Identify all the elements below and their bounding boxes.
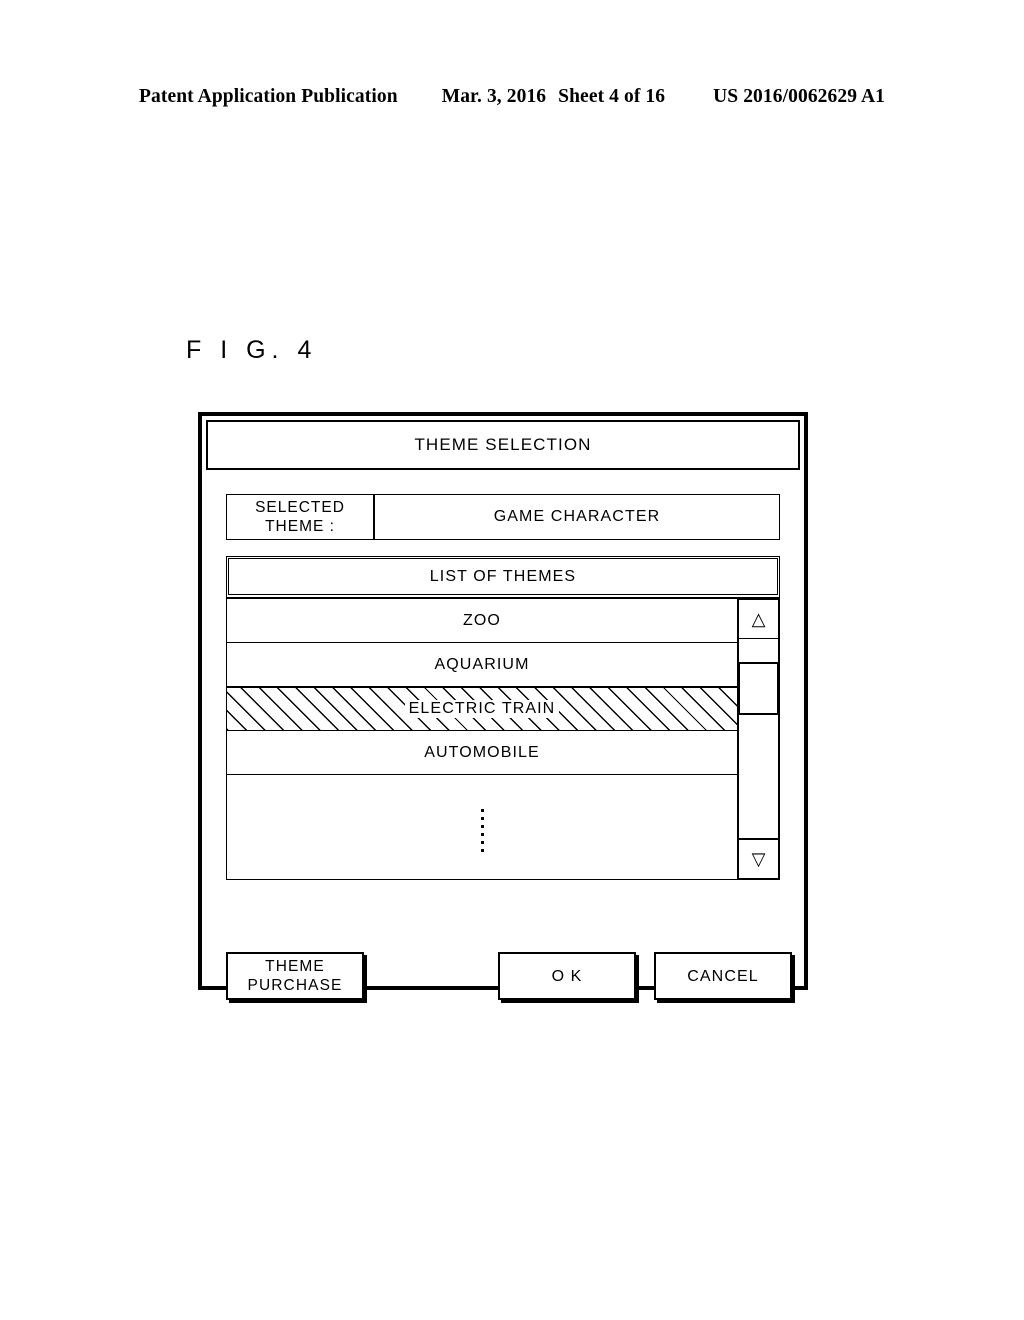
selected-theme-label: SELECTED THEME : bbox=[227, 495, 375, 539]
dialog-button-row: THEME PURCHASE O K CANCEL bbox=[226, 952, 792, 1004]
list-overflow-region bbox=[227, 775, 737, 879]
theme-selection-dialog: THEME SELECTION SELECTED THEME : GAME CH… bbox=[198, 412, 808, 1000]
scroll-up-glyph: △ bbox=[751, 608, 766, 629]
publication-label: Patent Application Publication bbox=[138, 86, 398, 107]
themes-list-panel: LIST OF THEMES ZOO AQUARIUM ELECTRIC TRA… bbox=[226, 556, 780, 880]
list-item-label: AUTOMOBILE bbox=[424, 743, 540, 761]
selected-theme-label-line2: THEME : bbox=[265, 518, 335, 535]
list-item[interactable]: ZOO bbox=[227, 599, 737, 643]
ok-button-label: O K bbox=[551, 967, 583, 985]
selected-theme-row: SELECTED THEME : GAME CHARACTER bbox=[226, 494, 780, 540]
themes-list-area[interactable]: ZOO AQUARIUM ELECTRIC TRAIN AUTOMOBILE bbox=[227, 599, 737, 879]
themes-list-header-text: LIST OF THEMES bbox=[429, 568, 577, 585]
scrollbar-track-upper[interactable] bbox=[738, 639, 779, 663]
list-item-label: AQUARIUM bbox=[434, 655, 530, 673]
publication-date: Mar. 3, 2016 bbox=[441, 86, 547, 107]
patent-publication-header: Patent Application Publication Mar. 3, 2… bbox=[0, 86, 1024, 108]
theme-purchase-label-line2: PURCHASE bbox=[247, 977, 343, 994]
cancel-button[interactable]: CANCEL bbox=[654, 952, 792, 1000]
selected-theme-label-line1: SELECTED bbox=[255, 499, 345, 516]
list-item-label: ELECTRIC TRAIN bbox=[404, 700, 560, 718]
vertical-ellipsis-icon bbox=[480, 808, 484, 852]
selected-theme-value-text: GAME CHARACTER bbox=[493, 508, 661, 525]
patent-number: US 2016/0062629 A1 bbox=[713, 86, 885, 107]
ok-button[interactable]: O K bbox=[498, 952, 636, 1000]
dialog-title-bar: THEME SELECTION bbox=[206, 420, 800, 470]
list-item-selected[interactable]: ELECTRIC TRAIN bbox=[227, 687, 737, 731]
scrollbar-track-lower[interactable] bbox=[738, 715, 779, 839]
list-item[interactable]: AQUARIUM bbox=[227, 643, 737, 687]
dialog-body: SELECTED THEME : GAME CHARACTER LIST OF … bbox=[206, 470, 800, 1000]
list-item[interactable]: AUTOMOBILE bbox=[227, 731, 737, 775]
theme-purchase-button[interactable]: THEME PURCHASE bbox=[226, 952, 364, 1000]
cancel-button-label: CANCEL bbox=[687, 967, 759, 985]
scroll-down-glyph: ▽ bbox=[751, 848, 766, 869]
figure-label: F I G. 4 bbox=[186, 336, 318, 364]
list-scrollbar[interactable]: △ ▽ bbox=[737, 599, 779, 879]
dialog-title: THEME SELECTION bbox=[414, 435, 592, 454]
theme-purchase-label-line1: THEME bbox=[265, 958, 325, 975]
sheet-number: Sheet 4 of 16 bbox=[558, 86, 666, 107]
scroll-up-arrow-icon[interactable]: △ bbox=[738, 599, 779, 639]
dialog-inner-frame: THEME SELECTION SELECTED THEME : GAME CH… bbox=[201, 415, 805, 1000]
scrollbar-thumb[interactable] bbox=[738, 663, 779, 715]
selected-theme-value: GAME CHARACTER bbox=[375, 495, 779, 539]
scroll-down-arrow-icon[interactable]: ▽ bbox=[738, 839, 779, 879]
themes-list-header: LIST OF THEMES bbox=[227, 557, 779, 599]
list-item-label: ZOO bbox=[463, 611, 501, 629]
